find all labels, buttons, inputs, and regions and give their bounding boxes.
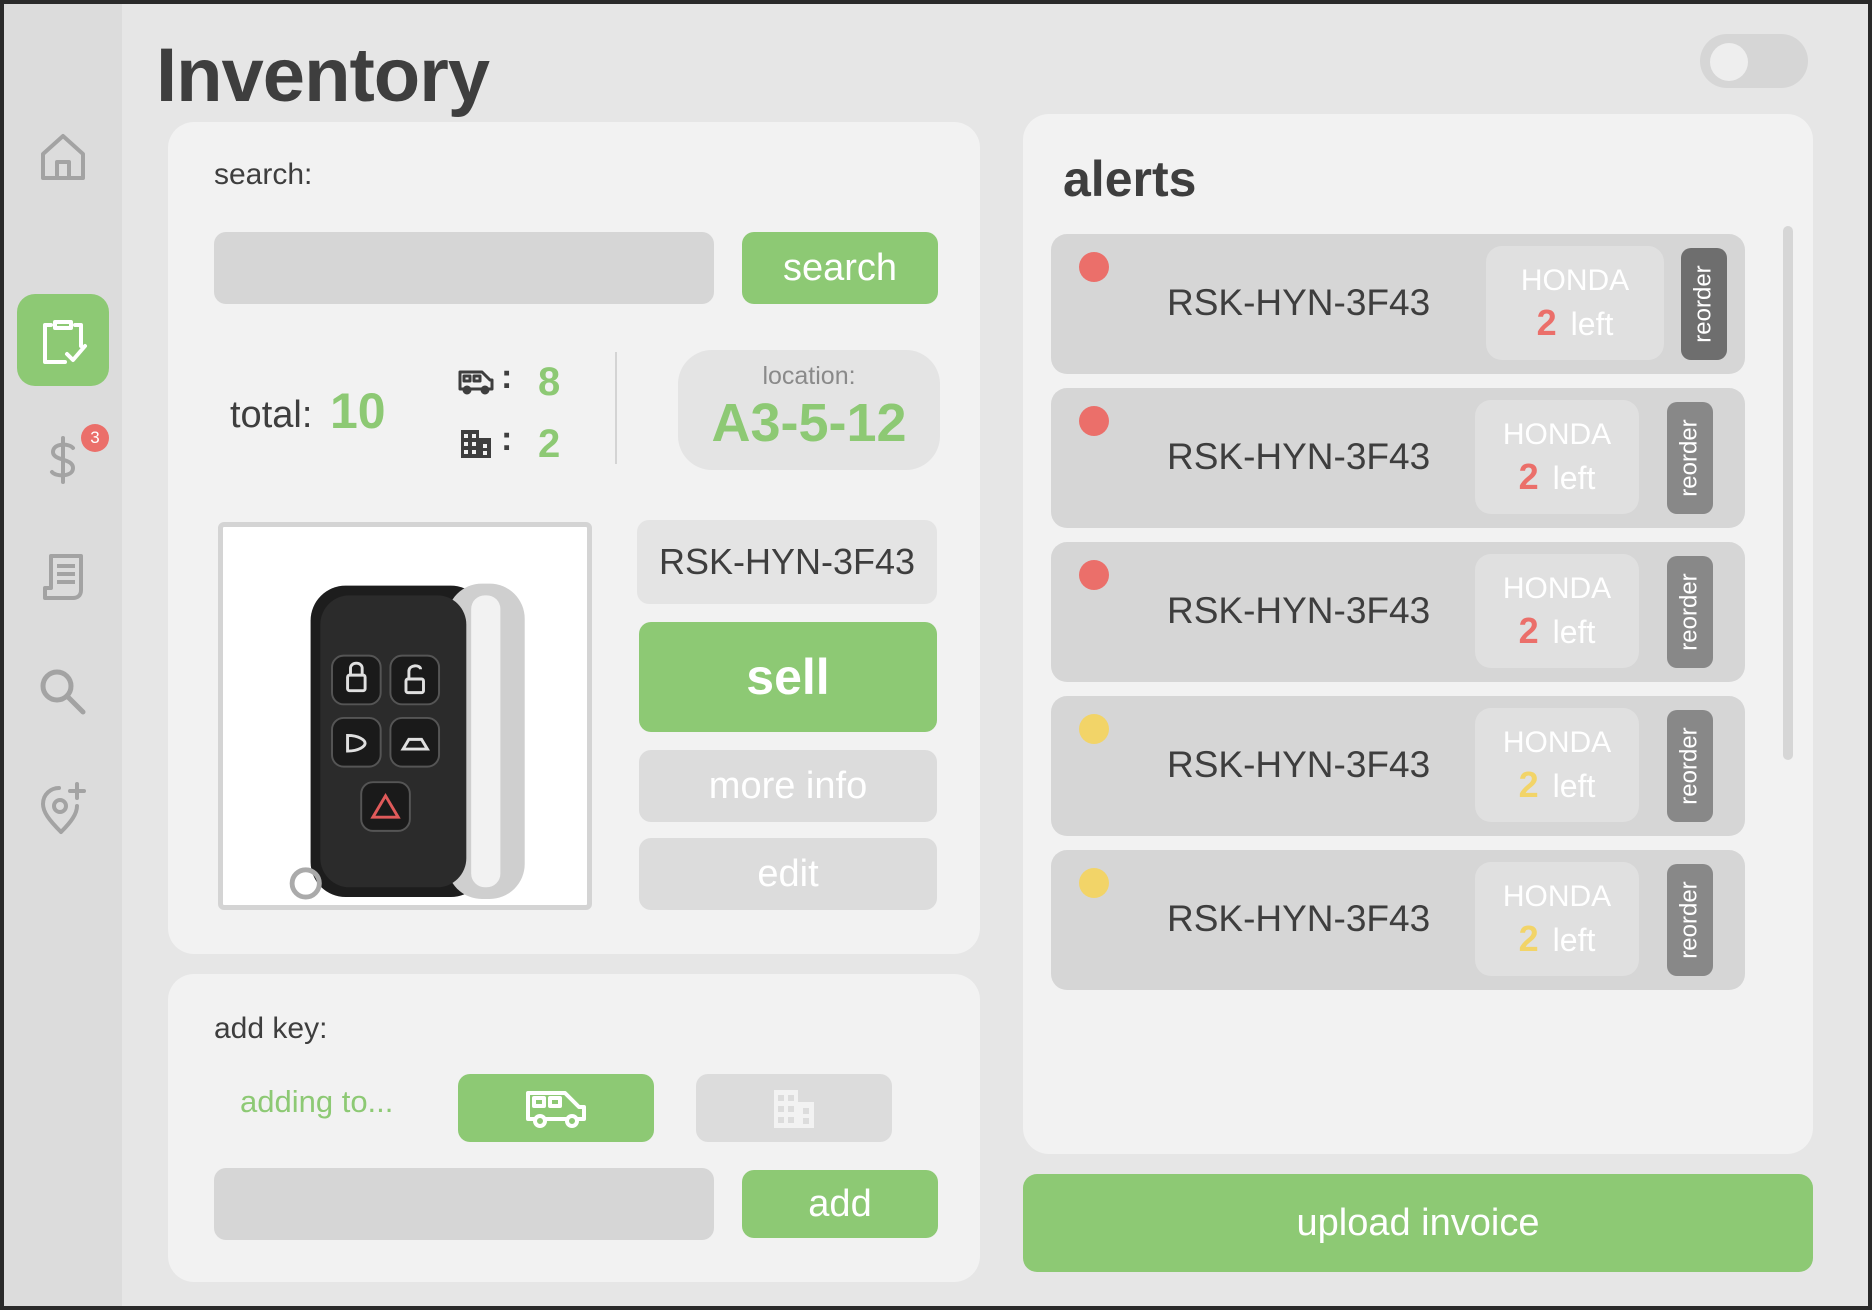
alert-sku: RSK-HYN-3F43: [1167, 590, 1431, 631]
alert-brand: HONDA: [1502, 880, 1612, 913]
building-destination-button[interactable]: [696, 1074, 892, 1142]
alert-row[interactable]: RSK-HYN-3F43 HONDA 2 left reorder: [1051, 542, 1745, 682]
alert-stock: 2 left: [1475, 764, 1639, 806]
alert-count: 2: [1536, 302, 1557, 343]
toggle-knob: [1710, 43, 1748, 81]
home-icon: [41, 134, 85, 180]
sidebar-item-home[interactable]: [17, 110, 109, 202]
alerts-title: alerts: [1063, 151, 1197, 207]
van-icon: [458, 370, 494, 395]
notification-badge: 3: [81, 424, 109, 452]
alert-sku: RSK-HYN-3F43: [1167, 744, 1431, 785]
alert-stock-box: HONDA 2 left: [1486, 246, 1664, 360]
alert-sku: RSK-HYN-3F43: [1167, 282, 1431, 323]
alert-row[interactable]: RSK-HYN-3F43 HONDA 2 left reorder: [1051, 234, 1745, 374]
alert-row[interactable]: RSK-HYN-3F43 HONDA 2 left reorder: [1051, 696, 1745, 836]
alert-sku: RSK-HYN-3F43: [1167, 436, 1431, 477]
stats-divider: [615, 352, 617, 464]
alert-stock-box: HONDA 2 left: [1475, 862, 1639, 976]
location-value: A3-5-12: [711, 393, 907, 453]
sell-button[interactable]: sell: [639, 622, 937, 732]
sidebar-item-inventory[interactable]: [17, 294, 109, 386]
search-icon: [40, 669, 86, 715]
alerts-card: alerts RSK-HYN-3F43 HONDA 2 left reorder …: [1023, 114, 1813, 1154]
add-key-input[interactable]: [214, 1168, 714, 1240]
clipboard-check-icon: [43, 320, 87, 364]
key-image: [218, 522, 592, 910]
building-icon: [774, 1090, 814, 1128]
reorder-button[interactable]: reorder: [1667, 864, 1713, 976]
van-count: 8: [538, 360, 561, 404]
left-label: left: [1552, 922, 1596, 958]
alert-count: 2: [1518, 918, 1539, 959]
upload-invoice-button[interactable]: upload invoice: [1023, 1174, 1813, 1272]
add-key-card: add key: adding to... add: [168, 974, 980, 1282]
more-info-button[interactable]: more info: [639, 750, 937, 822]
search-input[interactable]: [214, 232, 714, 304]
car-key-fob-icon: [289, 583, 525, 900]
alert-row[interactable]: RSK-HYN-3F43 HONDA 2 left reorder: [1051, 850, 1745, 990]
location-label: location:: [762, 362, 856, 390]
alert-stock: 2 left: [1475, 918, 1639, 960]
sidebar-item-receipts[interactable]: [17, 530, 109, 622]
edit-button[interactable]: edit: [639, 838, 937, 910]
alert-stock: 2 left: [1486, 302, 1664, 344]
sidebar-item-add-location[interactable]: [17, 762, 109, 854]
left-label: left: [1570, 306, 1614, 342]
van-icon: [526, 1091, 586, 1128]
search-button[interactable]: search: [742, 232, 938, 304]
van-count-colon: :: [501, 358, 513, 396]
sidebar-item-sales[interactable]: 3: [17, 414, 109, 506]
building-icon: [461, 430, 491, 458]
alerts-scrollbar[interactable]: [1783, 226, 1793, 760]
alert-sku: RSK-HYN-3F43: [1167, 898, 1431, 939]
alert-count: 2: [1518, 610, 1539, 651]
alert-count: 2: [1518, 456, 1539, 497]
alert-row[interactable]: RSK-HYN-3F43 HONDA 2 left reorder: [1051, 388, 1745, 528]
search-label: search:: [214, 158, 313, 191]
status-dot: [1079, 868, 1109, 898]
alert-brand: HONDA: [1502, 572, 1612, 605]
total-label: total:: [230, 394, 313, 436]
status-dot: [1079, 714, 1109, 744]
alert-brand: HONDA: [1520, 264, 1630, 297]
van-destination-button[interactable]: [458, 1074, 654, 1142]
alert-stock: 2 left: [1475, 456, 1639, 498]
add-key-label: add key:: [214, 1012, 328, 1045]
sidebar: 3: [4, 4, 122, 1306]
reorder-button[interactable]: reorder: [1667, 710, 1713, 822]
theme-toggle[interactable]: [1700, 34, 1808, 88]
alert-stock-box: HONDA 2 left: [1475, 554, 1639, 668]
app-screen: 3 Inventory search: search total: 10: 8…: [4, 4, 1868, 1306]
alert-stock-box: HONDA 2 left: [1475, 708, 1639, 822]
location-box: location: A3-5-12: [678, 350, 940, 470]
page-title: Inventory: [156, 33, 490, 118]
reorder-button[interactable]: reorder: [1667, 556, 1713, 668]
left-label: left: [1552, 768, 1596, 804]
add-button[interactable]: add: [742, 1170, 938, 1238]
sidebar-item-search[interactable]: [17, 646, 109, 738]
adding-to-label: adding to...: [240, 1084, 394, 1119]
alert-stock: 2 left: [1475, 610, 1639, 652]
receipt-icon: [43, 554, 83, 600]
search-card: search: search total: 10 : 8 : 2 locatio…: [168, 122, 980, 954]
item-sku: RSK-HYN-3F43: [637, 520, 937, 604]
location-plus-icon: [41, 782, 86, 834]
reorder-button[interactable]: reorder: [1667, 402, 1713, 514]
alert-stock-box: HONDA 2 left: [1475, 400, 1639, 514]
left-label: left: [1552, 614, 1596, 650]
status-dot: [1079, 560, 1109, 590]
building-count-colon: :: [501, 420, 513, 458]
reorder-button[interactable]: reorder: [1681, 248, 1727, 360]
left-label: left: [1552, 460, 1596, 496]
alert-brand: HONDA: [1502, 418, 1612, 451]
status-dot: [1079, 252, 1109, 282]
alert-brand: HONDA: [1502, 726, 1612, 759]
building-count: 2: [538, 422, 561, 466]
total-value: 10: [330, 383, 386, 439]
status-dot: [1079, 406, 1109, 436]
alert-count: 2: [1518, 764, 1539, 805]
